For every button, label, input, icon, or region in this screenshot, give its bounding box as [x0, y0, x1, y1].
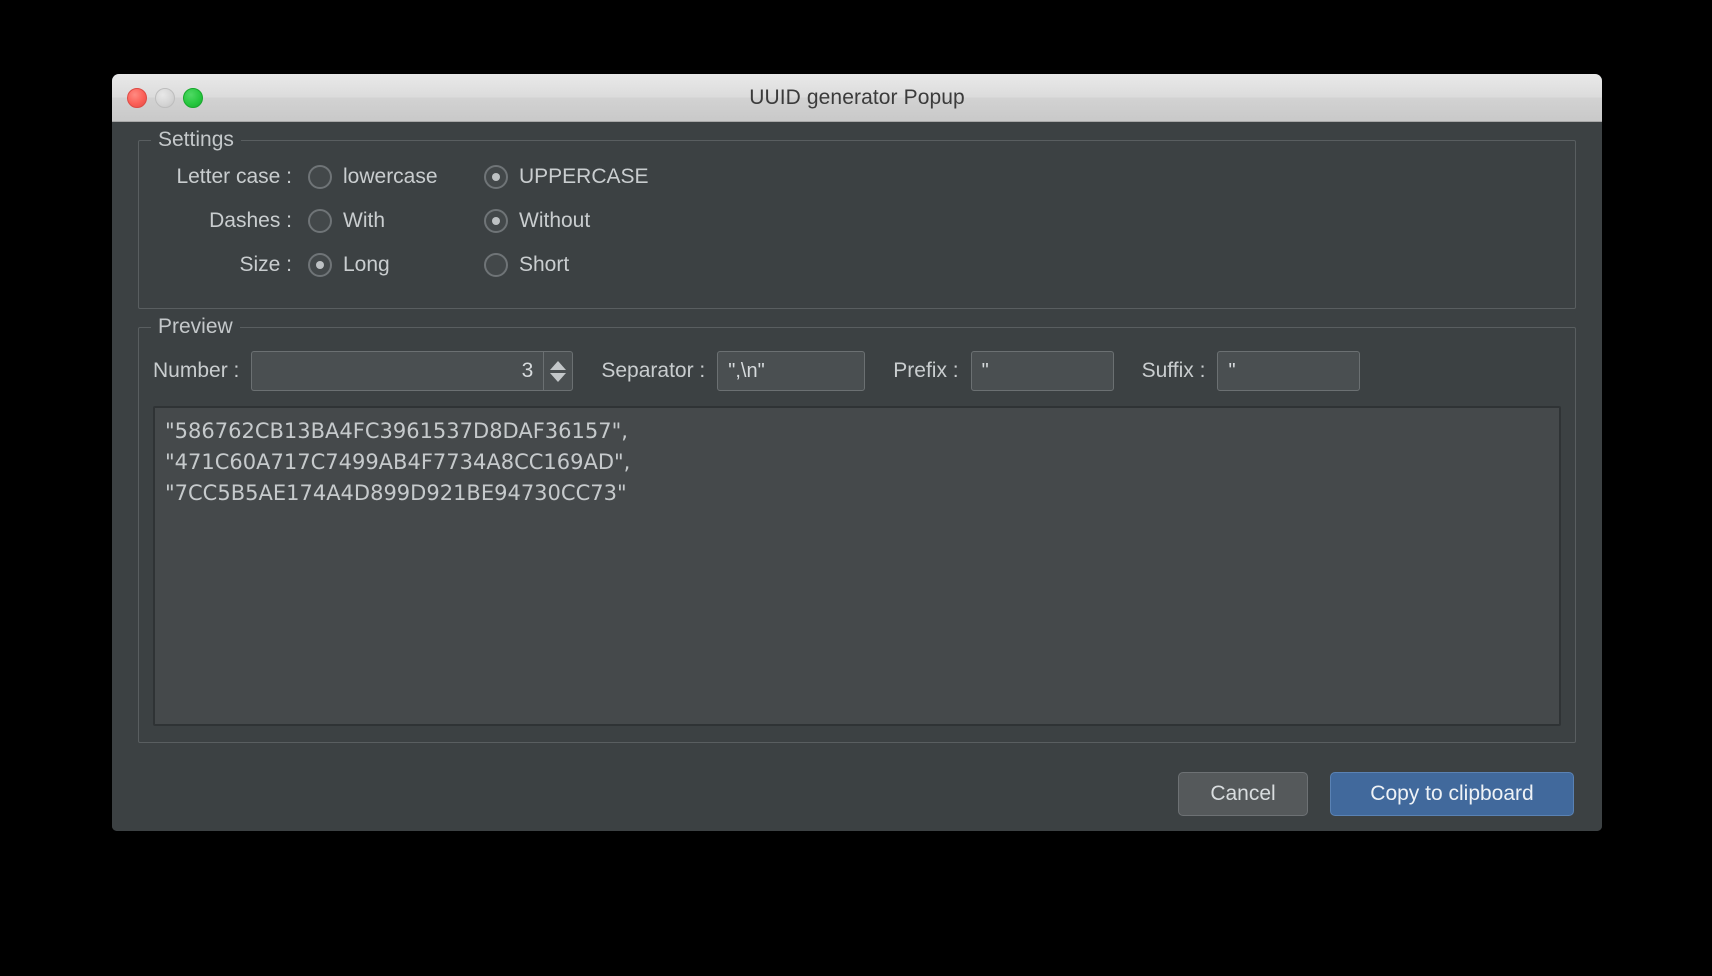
number-stepper[interactable] [251, 351, 574, 391]
suffix-label: Suffix : [1141, 359, 1206, 382]
setting-row-size: Size : Long Short [153, 243, 1561, 287]
radio-lowercase-label: lowercase [343, 165, 438, 188]
preview-legend: Preview [151, 315, 240, 339]
radio-uppercase-icon[interactable] [484, 165, 508, 189]
preview-group: Preview Number : Separator : Pre [138, 315, 1576, 743]
settings-legend: Settings [151, 128, 241, 152]
zoom-window-icon[interactable] [183, 87, 203, 108]
uuid-output-textarea[interactable]: "586762CB13BA4FC3961537D8DAF36157", "471… [153, 406, 1561, 726]
radio-uppercase[interactable]: UPPERCASE [484, 165, 649, 189]
radio-size-short-icon[interactable] [484, 253, 508, 277]
settings-group: Settings Letter case : lowercase UPPERCA… [138, 128, 1576, 309]
size-label: Size : [239, 253, 292, 276]
separator-label: Separator : [601, 359, 706, 382]
spinner-up-icon[interactable] [550, 360, 567, 370]
number-label: Number : [153, 359, 240, 382]
separator-input[interactable] [717, 351, 866, 391]
radio-size-short[interactable]: Short [484, 253, 569, 277]
cancel-button[interactable]: Cancel [1178, 772, 1308, 816]
prefix-label: Prefix : [893, 359, 959, 382]
radio-dashes-with-icon[interactable] [308, 209, 332, 233]
spinner-down-icon[interactable] [550, 372, 567, 382]
radio-uppercase-label: UPPERCASE [519, 165, 649, 188]
window-body: Settings Letter case : lowercase UPPERCA… [112, 122, 1602, 831]
uuid-generator-window: UUID generator Popup Settings Letter cas… [112, 74, 1602, 831]
screen: UUID generator Popup Settings Letter cas… [0, 0, 1712, 976]
radio-lowercase-icon[interactable] [308, 165, 332, 189]
radio-size-long-label: Long [343, 253, 390, 276]
letter-case-label: Letter case : [176, 165, 292, 188]
radio-dashes-without[interactable]: Without [484, 209, 590, 233]
suffix-input[interactable] [1217, 351, 1361, 391]
preview-controls-row: Number : Separator : Prefix : [153, 348, 1561, 394]
radio-dashes-with[interactable]: With [308, 209, 484, 233]
radio-lowercase[interactable]: lowercase [308, 165, 484, 189]
traffic-lights [127, 74, 203, 121]
dashes-label: Dashes : [209, 209, 292, 232]
copy-to-clipboard-button[interactable]: Copy to clipboard [1330, 772, 1574, 816]
number-spinner-buttons[interactable] [543, 351, 574, 391]
radio-size-short-label: Short [519, 253, 570, 276]
radio-dashes-with-label: With [343, 209, 385, 232]
radio-size-long[interactable]: Long [308, 253, 484, 277]
window-title: UUID generator Popup [749, 85, 965, 109]
dialog-footer: Cancel Copy to clipboard [138, 757, 1576, 831]
number-input[interactable] [251, 351, 544, 391]
prefix-input[interactable] [970, 351, 1114, 391]
radio-size-long-icon[interactable] [308, 253, 332, 277]
close-window-icon[interactable] [127, 87, 147, 108]
window-titlebar[interactable]: UUID generator Popup [112, 74, 1602, 122]
radio-dashes-without-icon[interactable] [484, 209, 508, 233]
setting-row-letter-case: Letter case : lowercase UPPERCASE [153, 155, 1561, 199]
setting-row-dashes: Dashes : With Without [153, 199, 1561, 243]
minimize-window-icon[interactable] [155, 87, 175, 108]
radio-dashes-without-label: Without [519, 209, 591, 232]
